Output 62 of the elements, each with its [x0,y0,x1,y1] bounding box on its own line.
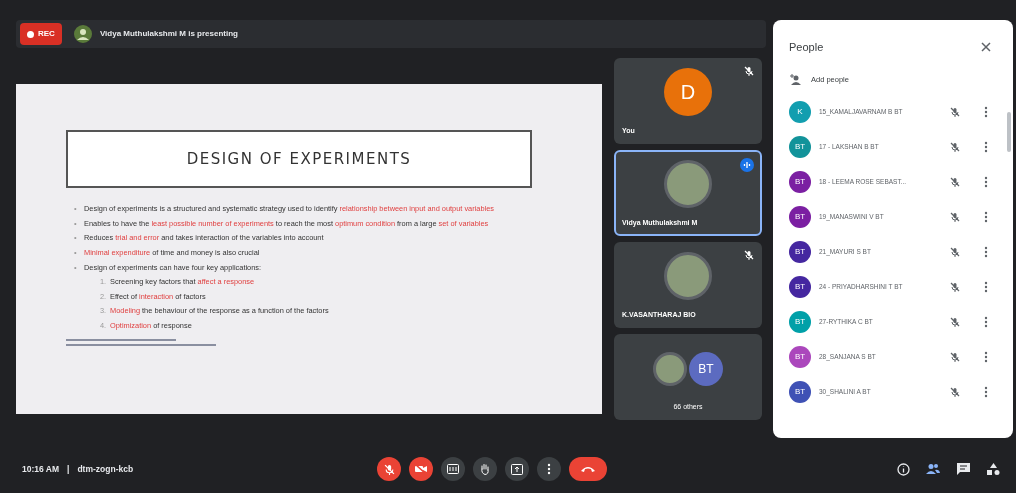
participant-avatar: BT [689,352,723,386]
microphone-off-button[interactable] [377,457,401,481]
mic-off-icon [949,106,960,117]
presenter-avatar-icon [73,25,92,43]
camera-off-icon [415,464,427,474]
more-options-icon [984,105,989,118]
raise-hand-button[interactable] [473,457,497,481]
audio-level-icon [740,158,754,172]
captions-icon [447,464,459,474]
photo-placeholder [664,160,712,208]
more-options-icon [984,140,989,153]
mic-off-icon [949,176,960,187]
captions-button[interactable] [441,457,465,481]
raise-hand-icon [480,463,490,475]
more-options-icon [984,210,989,223]
activities-icon [986,463,1000,475]
panel-title: People [789,39,824,55]
more-options-button[interactable] [537,457,561,481]
mic-off-icon [949,316,960,327]
mic-off-icon [949,246,960,257]
end-call-icon [580,465,596,473]
scrollbar-thumb[interactable] [1007,112,1011,152]
more-options-icon [547,463,551,475]
participant-avatar: BT [789,380,811,403]
present-icon [511,463,523,475]
more-options-icon [984,245,989,258]
mic-off-icon [949,141,960,152]
meeting-time: 10:16 AM [22,462,59,476]
participant-avatar: BT [789,170,811,193]
participant-avatar: BT [789,275,811,298]
participant-avatar: BT [789,310,811,333]
mic-off-icon [949,351,960,362]
participant-avatar: BT [789,205,811,228]
more-options-icon [984,350,989,363]
close-icon [981,42,991,52]
camera-off-button[interactable] [409,457,433,481]
mic-off-icon [949,386,960,397]
participant-avatar: BT [789,240,811,263]
more-options-icon [984,280,989,293]
participant-avatar: BT [789,135,811,158]
more-options-icon [984,315,989,328]
info-icon [896,462,910,476]
add-person-icon [789,74,803,86]
more-options-icon [984,385,989,398]
meeting-code: dtm-zogn-kcb [77,462,134,476]
present-button[interactable] [505,457,529,481]
more-options-icon [984,175,989,188]
people-icon [926,463,940,475]
microphone-off-icon [383,463,395,475]
participant-avatar: K [789,100,811,123]
mic-off-icon [949,211,960,222]
chat-icon [956,463,970,475]
slide-title: DESIGN OF EXPERIMENTS [186,148,412,170]
end-call-button[interactable] [569,457,607,481]
mic-off-icon [949,281,960,292]
photo-placeholder [664,252,712,300]
participant-avatar: D [664,68,712,116]
separator: | [67,462,70,476]
recording-badge: REC [20,23,62,45]
photo-placeholder [653,352,687,386]
participant-avatar: BT [789,345,811,368]
presenter-status-text: Vidya Muthulakshmi M is presenting [99,28,238,40]
